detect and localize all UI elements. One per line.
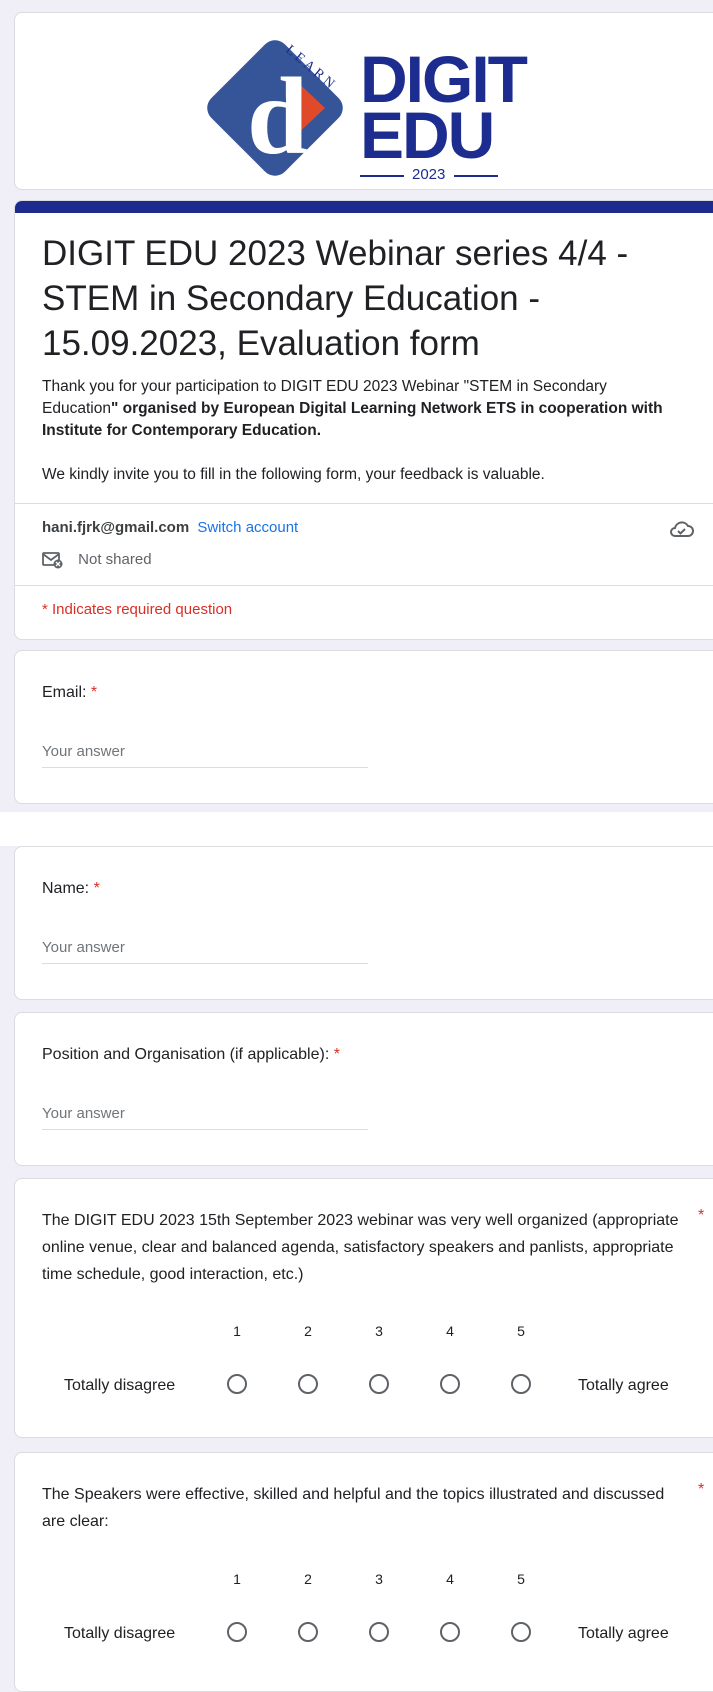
radio-option-2[interactable]: [298, 1622, 318, 1642]
digit-edu-logo: d LEARN DIGIT EDU 2023: [205, 33, 545, 183]
radio-option-2[interactable]: [298, 1374, 318, 1394]
radio-option-1[interactable]: [227, 1374, 247, 1394]
question-position: Position and Organisation (if applicable…: [14, 1012, 713, 1166]
question-label: The DIGIT EDU 2023 15th September 2023 w…: [42, 1212, 679, 1283]
required-star: *: [698, 1207, 705, 1224]
question-label: Email: *: [42, 684, 98, 701]
radio-option-4[interactable]: [440, 1622, 460, 1642]
account-email: hani.fjrk@gmail.com: [42, 519, 190, 536]
radio-option-5[interactable]: [511, 1622, 531, 1642]
scale-label-4: 4: [446, 1571, 454, 1587]
radio-option-4[interactable]: [440, 1374, 460, 1394]
scale-high-label: Totally agree: [578, 1625, 669, 1642]
logo-year-row: 2023: [360, 166, 510, 186]
scale-label-5: 5: [517, 1323, 525, 1339]
account-info: hani.fjrk@gmail.com Switch account: [42, 519, 298, 536]
position-input[interactable]: Your answer: [42, 1105, 125, 1122]
scale-label-1: 1: [233, 1323, 241, 1339]
radio-option-5[interactable]: [511, 1374, 531, 1394]
question-label: Name: *: [42, 880, 100, 897]
not-shared-status: Not shared: [42, 551, 152, 569]
scale-label-5: 5: [517, 1571, 525, 1587]
form-title-card: DIGIT EDU 2023 Webinar series 4/4 - STEM…: [14, 200, 713, 640]
question-speakers-rating: The Speakers were effective, skilled and…: [14, 1452, 713, 1692]
scale-label-3: 3: [375, 1323, 383, 1339]
scale-label-4: 4: [446, 1323, 454, 1339]
name-input[interactable]: Your answer: [42, 939, 125, 956]
scale-label-2: 2: [304, 1323, 312, 1339]
scale-high-label: Totally agree: [578, 1377, 669, 1394]
mail-not-shared-icon: [42, 552, 63, 569]
svg-text:d: d: [247, 55, 308, 177]
scale-label-2: 2: [304, 1571, 312, 1587]
logo-mark-icon: d LEARN: [207, 40, 343, 177]
question-organization-rating: The DIGIT EDU 2023 15th September 2023 w…: [14, 1178, 713, 1438]
title-accent-bar: [15, 201, 713, 213]
required-star: *: [698, 1481, 705, 1498]
header-banner: d LEARN DIGIT EDU 2023: [14, 12, 713, 190]
radio-option-3[interactable]: [369, 1622, 389, 1642]
radio-option-1[interactable]: [227, 1622, 247, 1642]
logo-wordmark: DIGIT EDU: [360, 46, 528, 168]
question-name: Name: * Your answer: [14, 846, 713, 1000]
scale-low-label: Totally disagree: [64, 1377, 176, 1394]
switch-account-link[interactable]: Switch account: [197, 519, 298, 536]
radio-option-3[interactable]: [369, 1374, 389, 1394]
email-input[interactable]: Your answer: [42, 743, 125, 760]
section-gap: [0, 812, 713, 846]
scale-low-label: Totally disagree: [64, 1625, 176, 1642]
form-description: Thank you for your participation to DIGI…: [42, 378, 663, 483]
scale-label-1: 1: [233, 1571, 241, 1587]
form-title: DIGIT EDU 2023 Webinar series 4/4 - STEM…: [42, 234, 629, 363]
required-note: * Indicates required question: [42, 601, 233, 618]
question-email: Email: * Your answer: [14, 650, 713, 804]
logo-year: 2023: [412, 166, 446, 183]
cloud-saved-icon: [670, 521, 694, 537]
question-label: Position and Organisation (if applicable…: [42, 1046, 340, 1063]
question-label: The Speakers were effective, skilled and…: [42, 1486, 665, 1530]
scale-label-3: 3: [375, 1571, 383, 1587]
